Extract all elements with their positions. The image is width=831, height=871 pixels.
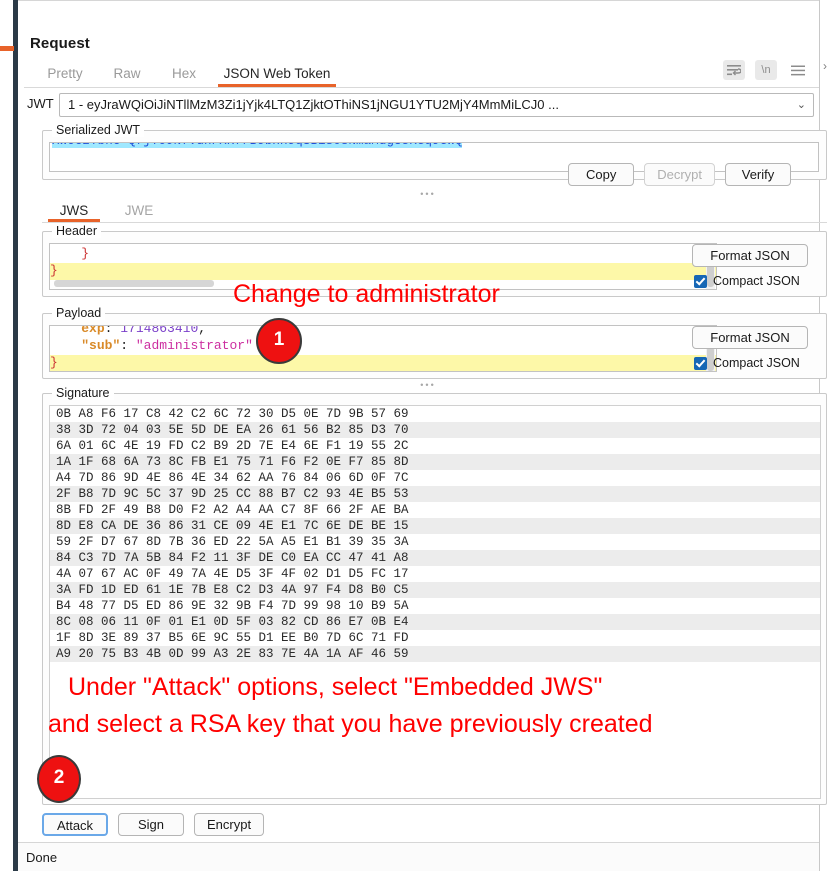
encrypt-button[interactable]: Encrypt [194, 813, 265, 836]
checkbox-checked-icon [694, 356, 707, 370]
request-pane: Request Pretty Raw Hex JSON Web Token \n [18, 1, 827, 870]
jws-jwe-tabs: JWS JWE [42, 200, 827, 223]
payload-group: Payload exp: 1714863410, "sub": "adminis… [42, 306, 827, 379]
newline-glyph: \n [761, 64, 771, 76]
signature-group: Signature 0B A8 F6 17 C8 42 C2 6C 72 30 … [42, 386, 827, 805]
left-rail-accent [0, 46, 14, 51]
jwt-dropdown[interactable]: 1 - eyJraWQiOiJiNTllMzM3Zi1jYjk4LTQ1Zjkt… [59, 93, 814, 117]
signature-hex-row: B4 48 77 D5 ED 86 9E 32 9B F4 7D 99 98 1… [56, 599, 409, 613]
page-title: Request [30, 35, 90, 52]
tab-raw[interactable]: Raw [106, 61, 148, 87]
payload-compact-json-label: Compact JSON [713, 356, 800, 370]
annotation-2-marker: 2 [37, 755, 81, 803]
header-line-1: } [81, 246, 90, 261]
signature-hex-view[interactable]: 0B A8 F6 17 C8 42 C2 6C 72 30 D5 0E 7D 9… [49, 405, 821, 799]
action-buttons: Attack Sign Encrypt [42, 813, 265, 836]
header-group: Header } } Format JSON Compact JSON [42, 224, 827, 297]
header-compact-json-checkbox[interactable]: Compact JSON [694, 274, 818, 288]
sign-button[interactable]: Sign [118, 813, 184, 836]
header-side-controls: Format JSON Compact JSON [692, 244, 818, 288]
signature-hex-row: A9 20 75 B3 4B 0D 99 A3 2E 83 7E 4A 1A A… [50, 646, 820, 662]
signature-hex-row: 1A 1F 68 6A 73 8C FB E1 75 71 F6 F2 0E F… [50, 454, 820, 470]
tabs-underline [24, 87, 819, 88]
tab-json-web-token[interactable]: JSON Web Token [218, 61, 336, 87]
signature-hex-row: 0B A8 F6 17 C8 42 C2 6C 72 30 D5 0E 7D 9… [56, 407, 409, 421]
serialized-jwt-actions: Copy Decrypt Verify [568, 163, 791, 186]
payload-compact-json-checkbox[interactable]: Compact JSON [694, 356, 818, 370]
hamburger-menu-icon[interactable] [787, 60, 809, 80]
word-wrap-icon[interactable] [723, 60, 745, 80]
header-legend: Header [52, 224, 101, 238]
editor-toolbar: \n [723, 60, 809, 80]
jwt-label: JWT [27, 96, 54, 111]
show-newlines-icon[interactable]: \n [755, 60, 777, 80]
jwt-dropdown-value: 1 - eyJraWQiOiJiNTllMzM3Zi1jYjk4LTQ1Zjkt… [68, 97, 559, 112]
checkbox-checked-icon [694, 274, 707, 288]
chevron-down-icon: ⌄ [796, 99, 806, 111]
signature-hex-row: A4 7D 86 9D 4E 86 4E 34 62 AA 76 84 06 6… [56, 471, 409, 485]
payload-editor[interactable]: exp: 1714863410, "sub": "administrator" … [49, 325, 717, 372]
header-horizontal-scrollbar[interactable] [51, 280, 707, 288]
tab-hex[interactable]: Hex [164, 61, 204, 87]
signature-hex-row: 8D E8 CA DE 36 86 31 CE 09 4E E1 7C 6E D… [50, 518, 820, 534]
signature-hex-row: 8B FD 2F 49 B8 D0 F2 A2 A4 AA C7 8F 66 2… [56, 503, 409, 517]
signature-hex-row: 84 C3 7D 7A 5B 84 F2 11 3F DE C0 EA CC 4… [50, 550, 820, 566]
payload-legend: Payload [52, 306, 106, 320]
copy-button[interactable]: Copy [568, 163, 635, 186]
decrypt-button: Decrypt [644, 163, 715, 186]
payload-format-json-button[interactable]: Format JSON [692, 326, 808, 349]
annotation-1-marker: 1 [256, 318, 302, 364]
signature-hex-row: 6A 01 6C 4E 19 FD C2 B9 2D 7E E4 6E F1 1… [56, 439, 409, 453]
tab-pretty[interactable]: Pretty [38, 61, 92, 87]
signature-hex-row: 1F 8D 3E 89 37 B5 6E 9C 55 D1 EE B0 7D 6… [56, 631, 409, 645]
header-format-json-button[interactable]: Format JSON [692, 244, 808, 267]
header-hscroll-thumb[interactable] [54, 280, 214, 287]
subtab-jws[interactable]: JWS [48, 200, 100, 222]
jwt-select-row: JWT 1 - eyJraWQiOiJiNTllMzM3Zi1jYjk4LTQ1… [24, 93, 819, 117]
payload-line-exp: exp: 1714863410, [81, 325, 207, 336]
status-bar: Done [18, 842, 819, 871]
header-compact-json-label: Compact JSON [713, 274, 800, 288]
signature-hex-row: 4A 07 67 AC 0F 49 7A 4E D5 3F 4F 02 D1 D… [56, 567, 409, 581]
right-collapse-chevron-icon[interactable]: › [823, 60, 827, 72]
header-line-2: } [50, 263, 716, 280]
view-tabs: Pretty Raw Hex JSON Web Token [24, 61, 819, 88]
signature-hex-row: 38 3D 72 04 03 5E 5D DE EA 26 61 56 B2 8… [50, 422, 820, 438]
signature-legend: Signature [52, 386, 114, 400]
payload-side-controls: Format JSON Compact JSON [692, 326, 818, 370]
verify-button[interactable]: Verify [725, 163, 791, 186]
splitter-handle-bottom[interactable]: ••• [398, 381, 458, 390]
payload-line-close: } [50, 355, 716, 371]
attack-button[interactable]: Attack [42, 813, 108, 836]
signature-hex-row: 59 2F D7 67 8D 7B 36 ED 22 5A A5 E1 B1 3… [56, 535, 409, 549]
serialized-jwt-legend: Serialized JWT [52, 123, 145, 137]
subtab-jwe[interactable]: JWE [114, 200, 164, 222]
serialized-jwt-value: XwOCzYbnC-QfjT6JN7VunFXR7rB9bHH9qSB1s0sN… [52, 143, 463, 148]
signature-hex-row: 8C 08 06 11 0F 01 E1 0D 5F 03 82 CD 86 E… [50, 614, 820, 630]
splitter-handle-top[interactable]: ••• [398, 190, 458, 199]
signature-hex-row: 3A FD 1D ED 61 1E 7B E8 C2 D3 4A 97 F4 D… [50, 582, 820, 598]
subtabs-underline [42, 222, 827, 223]
status-text: Done [26, 850, 58, 865]
payload-line-sub: "sub": "administrator" [81, 338, 253, 353]
app-window: › Request Pretty Raw Hex JSON Web Token [0, 0, 831, 871]
signature-hex-row: 2F B8 7D 9C 5C 37 9D 25 CC 88 B7 C2 93 4… [50, 486, 820, 502]
header-editor[interactable]: } } [49, 243, 717, 290]
